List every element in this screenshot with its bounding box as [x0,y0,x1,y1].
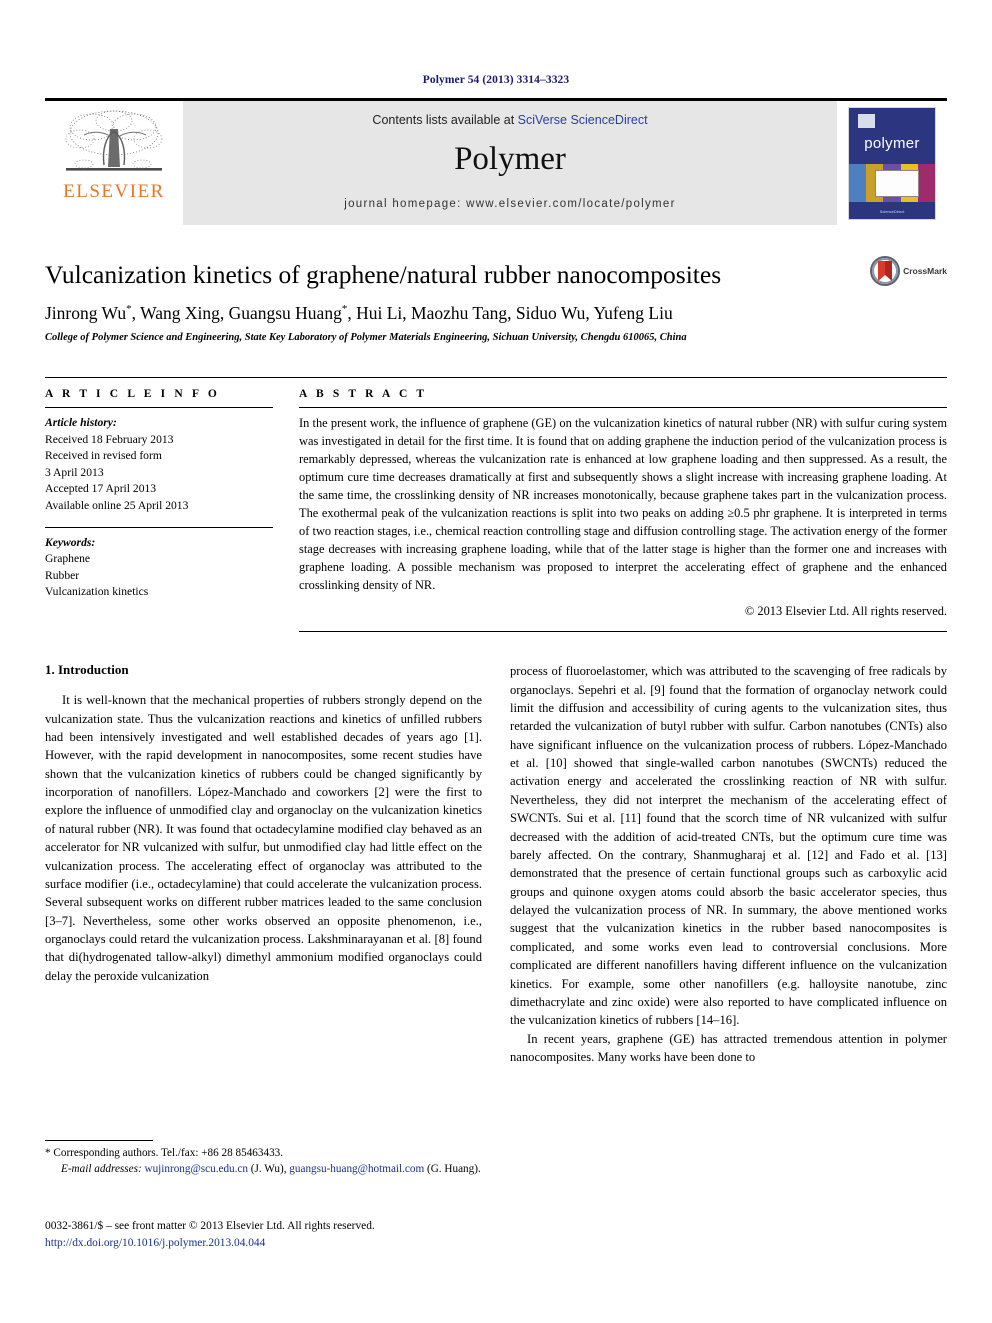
doi-link[interactable]: http://dx.doi.org/10.1016/j.polymer.2013… [45,1235,565,1252]
abstract-copyright: © 2013 Elsevier Ltd. All rights reserved… [744,604,947,619]
article-info-heading: A R T I C L E I N F O [45,388,220,401]
body-column-left: 1. Introduction It is well-known that th… [45,662,482,1066]
cover-publisher-badge [858,113,875,128]
history-item: 3 April 2013 [45,465,104,479]
keyword-item: Graphene [45,552,91,566]
article-history-label: Article history: [45,416,117,430]
history-item: Accepted 17 April 2013 [45,482,157,496]
footnote-area: * Corresponding authors. Tel./fax: +86 2… [45,1140,485,1178]
keyword-item: Rubber [45,568,80,582]
cover-figure-inset [875,169,919,197]
article-history: Article history: Received 18 February 20… [45,415,273,514]
elsevier-logo: ELSEVIER [45,101,183,225]
crossmark-label: CrossMark [903,266,947,276]
crossmark-icon [870,256,901,286]
issn-copyright-block: 0032-3861/$ – see front matter © 2013 El… [45,1218,565,1251]
elsevier-tree-icon [65,110,163,171]
cover-title: polymer [864,134,920,152]
body-columns: 1. Introduction It is well-known that th… [45,662,947,1066]
email-link-2[interactable]: guangsu-huang@hotmail.com [289,1163,424,1175]
divider [45,407,273,409]
divider [299,631,947,633]
email-link-1[interactable]: wujinrong@scu.edu.cn [144,1163,248,1175]
email-owner-2: (G. Huang). [427,1162,481,1175]
paragraph: In recent years, graphene (GE) has attra… [510,1031,947,1065]
history-item: Received 18 February 2013 [45,432,174,446]
sciencedirect-link[interactable]: SciVerse ScienceDirect [518,113,648,127]
keyword-item: Vulcanization kinetics [45,585,149,599]
journal-cover-image: polymer ScienceDirect [848,106,936,220]
issn-line: 0032-3861/$ – see front matter © 2013 El… [45,1220,375,1232]
affiliation: College of Polymer Science and Engineeri… [45,332,687,344]
corresponding-author-note: * Corresponding authors. Tel./fax: +86 2… [45,1147,284,1159]
abstract-heading: A B S T R A C T [299,388,428,401]
paragraph: It is well-known that the mechanical pro… [45,693,482,983]
journal-homepage-link[interactable]: journal homepage: www.elsevier.com/locat… [344,198,676,210]
contents-prefix: Contents lists available at [372,113,518,127]
footnote-divider [45,1140,153,1141]
journal-masthead: ELSEVIER Contents lists available at Sci… [45,98,947,225]
keywords-label: Keywords: [45,536,96,550]
keywords-block: Keywords: Graphene Rubber Vulcanization … [45,535,273,601]
email-note: E-mail addresses: wujinrong@scu.edu.cn (… [45,1162,485,1178]
abstract-text: In the present work, the influence of gr… [299,416,947,593]
abstract-column: A B S T R A C T In the present work, the… [299,388,947,633]
cover-swatch [917,163,935,202]
page-title: Vulcanization kinetics of graphene/natur… [45,260,722,289]
section-heading-introduction: 1. Introduction [45,662,129,678]
article-info-column: A R T I C L E I N F O Article history: R… [45,388,273,632]
paragraph: process of fluoroelastomer, which was at… [510,664,947,1028]
contents-available-line: Contents lists available at SciVerse Sci… [372,113,647,127]
email-owner-1: (J. Wu), [250,1162,287,1175]
cover-footer-text: ScienceDirect [879,208,905,214]
cover-swatch [849,163,867,202]
title-block: Vulcanization kinetics of graphene/natur… [45,256,947,344]
body-column-right: process of fluoroelastomer, which was at… [510,662,947,1066]
paper-page: Polymer 54 (2013) 3314–3323 ELSEVIER Con… [0,0,992,1323]
history-item: Received in revised form [45,449,162,463]
running-head: Polymer 54 (2013) 3314–3323 [422,74,570,86]
crossmark-badge[interactable]: CrossMark [870,256,947,286]
history-item: Available online 25 April 2013 [45,498,189,512]
info-abstract-region: A R T I C L E I N F O Article history: R… [45,377,947,633]
elsevier-wordmark: ELSEVIER [63,181,165,202]
divider [299,407,947,409]
journal-title: Polymer [454,141,566,177]
journal-banner: Contents lists available at SciVerse Sci… [183,101,837,225]
email-label: E-mail addresses: [61,1162,142,1175]
journal-cover-cell: polymer ScienceDirect [837,101,947,225]
divider [45,527,273,529]
author-list: Jinrong Wu*, Wang Xing, Guangsu Huang*, … [45,303,673,324]
